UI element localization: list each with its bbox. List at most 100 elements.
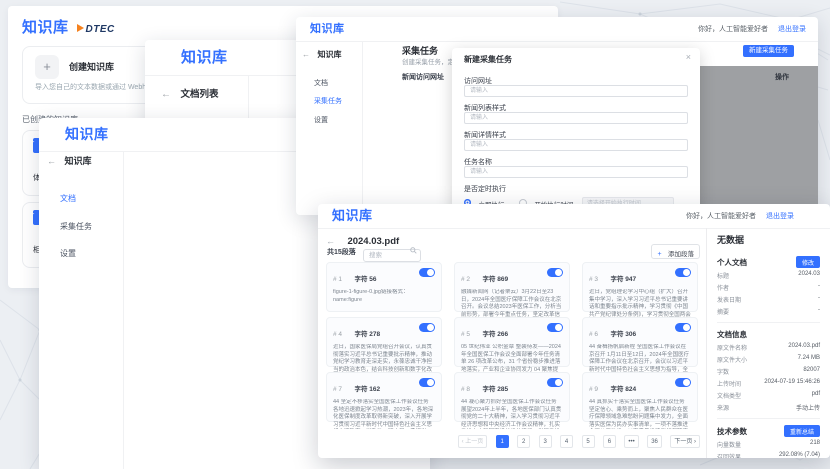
kv-value: - <box>818 283 820 292</box>
pagination: ‹ 上一页 1 2 3 4 5 6 ••• 36 下一页 › <box>454 430 700 448</box>
field-input-detail-style[interactable] <box>464 139 688 151</box>
segment-toggle[interactable] <box>675 378 691 387</box>
segment-toggle[interactable] <box>419 268 435 277</box>
pagination-page-4[interactable]: 4 <box>560 435 573 448</box>
kv-label: 摘要 <box>717 307 729 316</box>
personal-doc-section-header: 个人文档 修改 <box>717 256 820 268</box>
segment-search[interactable] <box>363 244 421 262</box>
kv-label: 召回效果 <box>717 452 741 458</box>
segment-chars: 字符 56 <box>355 276 377 283</box>
sidebar-item-documents[interactable]: 文档 <box>60 193 76 204</box>
pagination-page-2[interactable]: 2 <box>517 435 530 448</box>
back-row[interactable]: ← 文档列表 <box>161 84 218 102</box>
kv-value: 292.08% (7.04) <box>779 452 820 458</box>
plus-icon: + <box>35 55 59 79</box>
back-arrow-icon[interactable]: ← <box>161 89 171 100</box>
segment-chars: 字符 285 <box>483 386 509 393</box>
kv-value: 218 <box>810 440 820 449</box>
kv-label: 原文件名称 <box>717 343 747 352</box>
back-arrow-icon[interactable]: ← <box>326 236 335 246</box>
segment-chars: 字符 162 <box>355 386 381 393</box>
segment-index: # 9 <box>589 386 598 393</box>
kv-value: 2024.03.pdf <box>788 343 820 352</box>
kv-row: 原文件名称 2024.03.pdf <box>717 343 820 352</box>
kb-detail-title: 知识库 <box>64 156 91 166</box>
segment-text: 44 坚定不移落实全国医保工作会议任务 各地迅速掀起学习热潮，2023年，各地深… <box>333 399 435 429</box>
app-logo: 知识库 <box>65 118 109 151</box>
logout-link[interactable]: 退出登录 <box>766 213 794 220</box>
sidebar-item-settings[interactable]: 设置 <box>60 248 76 259</box>
pagination-page-36[interactable]: 36 <box>647 435 662 448</box>
segment-index: # 2 <box>461 276 470 283</box>
segment-index: # 6 <box>589 331 598 338</box>
kv-row: 作者- <box>717 283 820 292</box>
segment-card[interactable]: # 2 字符 869 融媒新闻网（记者栗云）3月22日至23日，2024年全国医… <box>454 262 570 312</box>
segment-card[interactable]: # 4 字符 278 近日，国家医保局党组召开会议，认真贯彻落实习近平总书记重要… <box>326 317 442 367</box>
segment-card[interactable]: # 7 字符 162 44 坚定不移落实全国医保工作会议任务 各地迅速掀起学习热… <box>326 372 442 422</box>
base-header: 知识库DTEC <box>22 16 115 37</box>
close-icon[interactable]: × <box>686 52 691 62</box>
pagination-page-3[interactable]: 3 <box>539 435 552 448</box>
kv-row: 字数82007 <box>717 367 820 376</box>
kv-row: 标题2024.03 <box>717 271 820 280</box>
personal-doc-title: 个人文档 <box>717 257 747 268</box>
pagination-page-6[interactable]: 6 <box>603 435 616 448</box>
add-segment-label: 添加段落 <box>668 251 694 258</box>
pagination-page-5[interactable]: 5 <box>582 435 595 448</box>
segment-card[interactable]: # 6 字符 306 44 奋楫扬帆启新程 全国医保工作会议在京召开 1月11日… <box>582 317 698 367</box>
segment-toggle[interactable] <box>419 378 435 387</box>
add-segment-button[interactable]: + 添加段落 <box>651 244 700 259</box>
kv-label: 标题 <box>717 271 729 280</box>
screen: 知识库DTEC 你好，人工智能爱好者 退出登录 + 创建知识库 导入您自己的文本… <box>0 0 830 469</box>
sidebar-item-collection-tasks[interactable]: 采集任务 <box>60 221 92 232</box>
segment-toggle[interactable] <box>547 323 563 332</box>
back-row[interactable]: ← 知识库 <box>302 44 341 62</box>
pagination-next[interactable]: 下一页 › <box>670 435 700 448</box>
pagination-page-1[interactable]: 1 <box>496 435 509 448</box>
sidebar-item-settings[interactable]: 设置 <box>314 115 328 125</box>
back-row[interactable]: ← 知识库 <box>47 151 91 169</box>
field-input-task-name[interactable] <box>464 166 688 178</box>
pagination-prev[interactable]: ‹ 上一页 <box>458 435 488 448</box>
kv-value: - <box>818 307 820 316</box>
kv-value: pdf <box>812 391 820 400</box>
segment-card[interactable]: # 8 字符 285 44 凝心聚力抓好全国医保工作会议任务 展望2024年上半… <box>454 372 570 422</box>
doc-list-title: 文档列表 <box>180 89 218 100</box>
search-icon <box>410 247 417 254</box>
new-task-button[interactable]: 新建采集任务 <box>743 45 794 57</box>
segment-index: # 5 <box>461 331 470 338</box>
back-arrow-icon[interactable]: ← <box>302 50 310 59</box>
segment-index: # 3 <box>589 276 598 283</box>
segment-text: 05 世纪伟业 公积金章 整装待发——2024年全国医保工作会议全面部署今年任务… <box>461 344 563 374</box>
kv-label: 发表日期 <box>717 295 741 304</box>
segment-toggle[interactable] <box>547 378 563 387</box>
segment-card[interactable]: # 1 字符 56 figure-1-figure-0.jpg链接格式：name… <box>326 262 442 312</box>
back-arrow-icon[interactable]: ← <box>47 156 56 166</box>
segment-chars: 字符 824 <box>611 386 637 393</box>
segment-card[interactable]: # 3 字符 947 近日，党组理论学习中心组（扩大）召开集中学习，深入学习习近… <box>582 262 698 312</box>
kv-label: 上传时间 <box>717 379 741 388</box>
kv-label: 向量数量 <box>717 440 741 449</box>
segment-toggle[interactable] <box>547 268 563 277</box>
create-kb-title: 创建知识库 <box>69 60 114 73</box>
re-summarize-button[interactable]: 重新总结 <box>784 425 820 437</box>
segment-card[interactable]: # 9 字符 824 44 真抓实干落实全国医保工作会议任务 坚定信心、乘势而上… <box>582 372 698 422</box>
segment-card[interactable]: # 5 字符 266 05 世纪伟业 公积金章 整装待发——2024年全国医保工… <box>454 317 570 367</box>
logout-link[interactable]: 退出登录 <box>778 26 806 33</box>
tasks-header: 知识库 你好，人工智能爱好者 退出登录 <box>296 17 818 42</box>
segment-toggle[interactable] <box>675 323 691 332</box>
kv-label: 原文件大小 <box>717 355 747 364</box>
document-user-area: 你好，人工智能爱好者 退出登录 <box>686 211 794 221</box>
segment-toggle[interactable] <box>419 323 435 332</box>
segment-chars: 字符 278 <box>355 331 381 338</box>
sidebar-item-documents[interactable]: 文档 <box>314 78 328 88</box>
segment-chars: 字符 306 <box>611 331 637 338</box>
field-input-url[interactable] <box>464 85 688 97</box>
pagination-ellipsis[interactable]: ••• <box>624 435 638 448</box>
sidebar-item-collection-tasks[interactable]: 采集任务 <box>314 96 342 106</box>
segment-toggle[interactable] <box>675 268 691 277</box>
field-input-list-style[interactable] <box>464 112 688 124</box>
kb-detail-sidebar-divider <box>123 151 124 469</box>
edit-button[interactable]: 修改 <box>796 256 820 268</box>
sidebar-divider <box>717 418 820 419</box>
